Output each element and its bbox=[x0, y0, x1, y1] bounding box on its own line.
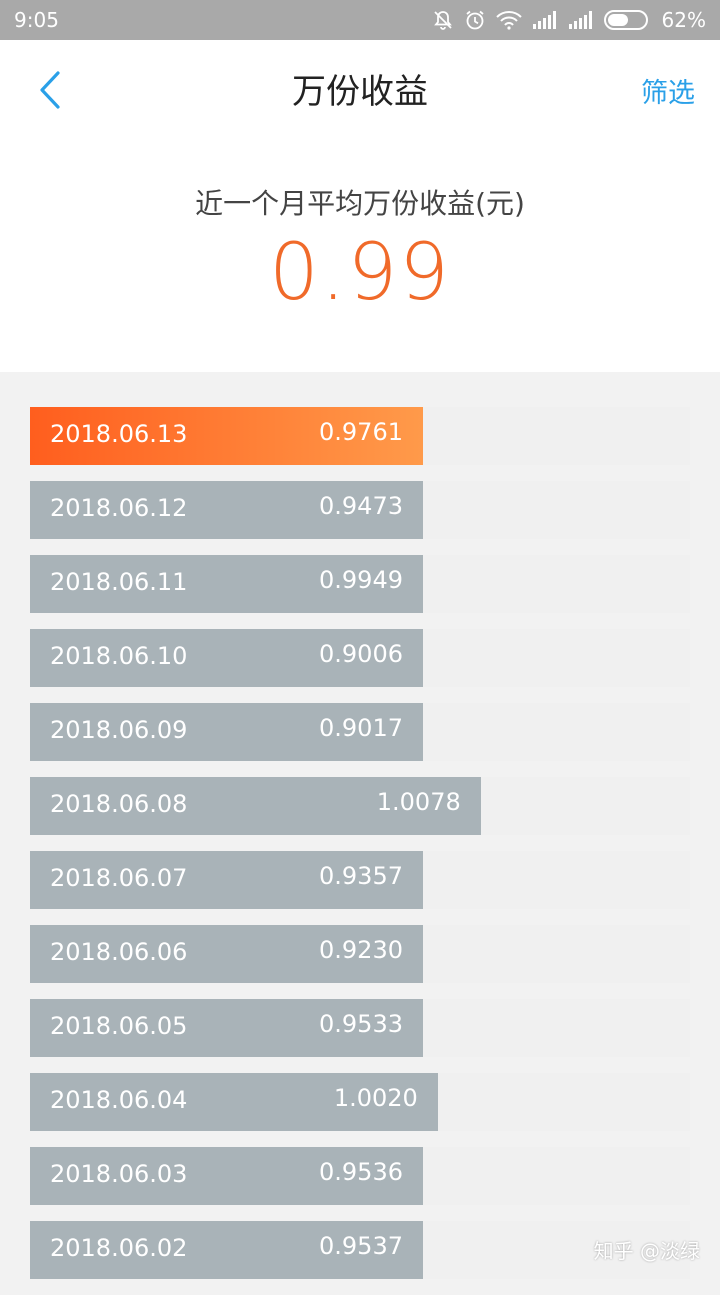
wifi-icon bbox=[495, 10, 522, 30]
row-date: 2018.06.02 bbox=[50, 1234, 188, 1262]
row-date: 2018.06.06 bbox=[50, 938, 188, 966]
list-item[interactable]: 2018.06.08 1.0078 bbox=[30, 777, 690, 835]
watermark: 知乎 @淡绿 bbox=[593, 1239, 700, 1263]
status-icons: 62% bbox=[432, 8, 706, 32]
row-date: 2018.06.12 bbox=[50, 494, 188, 522]
summary-label: 近一个月平均万份收益(元) bbox=[195, 187, 525, 220]
list-item[interactable]: 2018.06.06 0.9230 bbox=[30, 925, 690, 983]
row-value: 0.9536 bbox=[319, 1158, 403, 1186]
list-item[interactable]: 2018.06.05 0.9533 bbox=[30, 999, 690, 1057]
page-title: 万份收益 bbox=[292, 72, 428, 112]
row-date: 2018.06.04 bbox=[50, 1086, 188, 1114]
signal-icon-2 bbox=[568, 10, 594, 30]
alarm-icon bbox=[464, 9, 486, 31]
status-bar: 9:05 62% bbox=[0, 0, 720, 40]
list-item[interactable]: 2018.06.11 0.9949 bbox=[30, 555, 690, 613]
row-date: 2018.06.11 bbox=[50, 568, 188, 596]
row-value: 0.9017 bbox=[319, 714, 403, 742]
row-value: 0.9761 bbox=[319, 418, 403, 446]
filter-button[interactable]: 筛选 bbox=[641, 71, 695, 110]
mute-bell-icon bbox=[432, 9, 454, 31]
row-value: 0.9006 bbox=[319, 640, 403, 668]
battery-icon bbox=[603, 9, 652, 31]
signal-icon bbox=[532, 10, 558, 30]
nav-bar: 万份收益 筛选 bbox=[0, 40, 720, 140]
row-date: 2018.06.10 bbox=[50, 642, 188, 670]
row-date: 2018.06.05 bbox=[50, 1012, 188, 1040]
battery-percent: 62% bbox=[661, 8, 706, 32]
summary-value: 0.99 bbox=[269, 228, 451, 318]
row-value: 1.0020 bbox=[333, 1084, 418, 1112]
row-date: 2018.06.09 bbox=[50, 716, 188, 744]
list-item[interactable]: 2018.06.13 0.9761 bbox=[30, 407, 690, 465]
row-date: 2018.06.03 bbox=[50, 1160, 188, 1188]
list-item[interactable]: 2018.06.07 0.9357 bbox=[30, 851, 690, 909]
row-value: 0.9230 bbox=[319, 936, 403, 964]
list-item[interactable]: 2018.06.02 0.9537 bbox=[30, 1221, 690, 1279]
list-item[interactable]: 2018.06.09 0.9017 bbox=[30, 703, 690, 761]
row-value: 0.9533 bbox=[319, 1010, 403, 1038]
summary-panel: 近一个月平均万份收益(元) 0.99 bbox=[0, 140, 720, 372]
row-value: 1.0078 bbox=[376, 788, 461, 816]
list-item[interactable]: 2018.06.12 0.9473 bbox=[30, 481, 690, 539]
status-time: 9:05 bbox=[14, 8, 59, 32]
list-item[interactable]: 2018.06.03 0.9536 bbox=[30, 1147, 690, 1205]
row-value: 0.9949 bbox=[319, 566, 403, 594]
daily-yield-list: 2018.06.13 0.9761 2018.06.12 0.9473 2018.06.… bbox=[30, 407, 690, 1295]
row-date: 2018.06.07 bbox=[50, 864, 188, 892]
row-value: 0.9473 bbox=[319, 492, 403, 520]
list-item[interactable]: 2018.06.04 1.0020 bbox=[30, 1073, 690, 1131]
list-item[interactable]: 2018.06.10 0.9006 bbox=[30, 629, 690, 687]
row-date: 2018.06.08 bbox=[50, 790, 188, 818]
row-date: 2018.06.13 bbox=[50, 420, 188, 448]
row-value: 0.9537 bbox=[319, 1232, 403, 1260]
row-value: 0.9357 bbox=[319, 862, 403, 890]
